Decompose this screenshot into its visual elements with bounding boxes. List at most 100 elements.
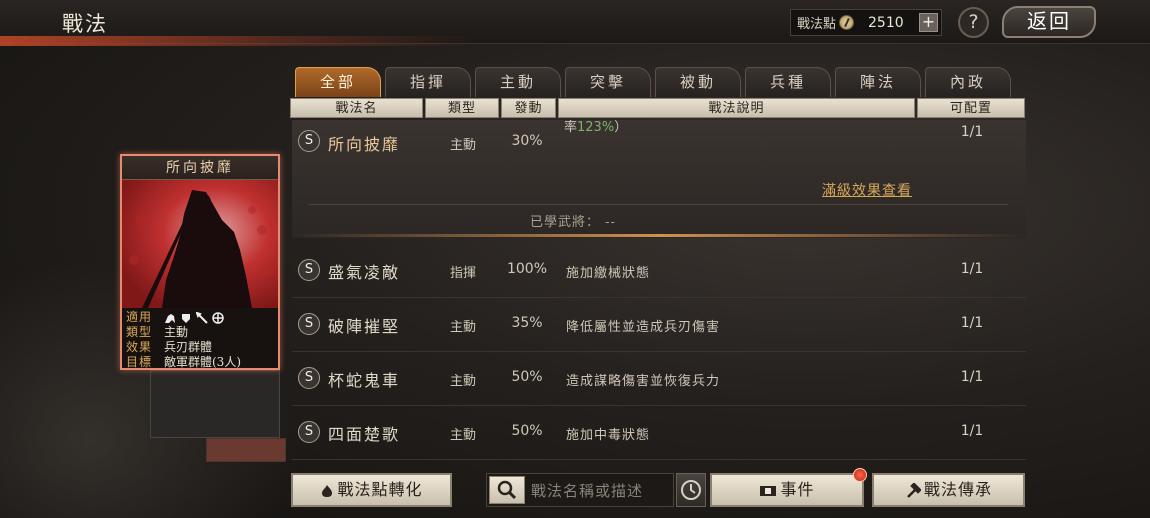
tactic-name: 杯蛇鬼車	[328, 371, 401, 390]
tab-formation[interactable]: 陣法	[835, 67, 921, 97]
clock-icon	[681, 480, 701, 500]
column-header-capacity[interactable]: 可配置	[917, 98, 1025, 118]
tactic-type: 主動	[450, 428, 477, 443]
tab-active[interactable]: 主動	[475, 67, 561, 97]
add-points-button[interactable]: +	[919, 13, 938, 32]
tactic-name: 所向披靡	[328, 135, 401, 154]
convert-points-button[interactable]: 戰法點轉化	[291, 473, 452, 507]
search-button[interactable]	[489, 476, 525, 504]
tactic-name: 四面楚歌	[328, 425, 401, 444]
hammer-icon	[907, 482, 921, 498]
unit-icons	[164, 310, 224, 325]
column-header-type[interactable]: 類型	[425, 98, 499, 118]
tab-assault[interactable]: 突擊	[565, 67, 651, 97]
tab-troop[interactable]: 兵種	[745, 67, 831, 97]
grade-s-icon: S	[298, 367, 320, 389]
learned-generals: 已學武將： --	[530, 211, 616, 230]
tactic-rate: 35%	[511, 315, 543, 331]
tactic-type: 主動	[450, 138, 477, 153]
tactic-capacity: 1/1	[960, 423, 984, 439]
tactic-name: 盛氣凌敵	[328, 263, 401, 282]
card-target-row: 目標 敵軍群體(3人)	[126, 355, 274, 369]
history-button[interactable]	[676, 473, 706, 507]
tab-command[interactable]: 指揮	[385, 67, 471, 97]
tactic-inherit-button[interactable]: 戰法傳承	[872, 473, 1025, 507]
search-icon	[497, 480, 517, 500]
card-apply-row: 適用	[126, 310, 274, 325]
tactic-capacity: 1/1	[960, 261, 984, 277]
points-label: 戰法點	[797, 17, 837, 32]
tab-all[interactable]: 全部	[295, 67, 381, 97]
tactic-description: 造成謀略傷害並恢復兵力	[566, 374, 721, 389]
tactic-inherit-label: 戰法傳承	[923, 480, 992, 499]
table-row[interactable]: S 杯蛇鬼車 主動 50% 造成謀略傷害並恢復兵力 1/1	[292, 352, 1026, 406]
back-button[interactable]: 返回	[1002, 6, 1096, 38]
type-label: 類型	[126, 325, 153, 339]
type-value: 主動	[164, 325, 189, 339]
card-effect-row: 效果 兵刃群體	[126, 340, 274, 355]
search-input[interactable]	[531, 478, 669, 504]
tactic-description: 施加繳械狀態	[566, 266, 651, 281]
tactic-rate: 50%	[511, 369, 543, 385]
tactic-rate: 50%	[511, 423, 543, 439]
target-label: 目標	[126, 355, 153, 369]
card-info: 適用 類型 主動 效果 兵刃群體 目標 敵軍群體(3人)	[122, 308, 278, 369]
tactic-capacity: 1/1	[960, 315, 984, 331]
tactic-description-partial: 率123%）	[564, 120, 627, 135]
category-tabs: 全部 指揮 主動 突擊 被動 兵種 陣法 內政	[295, 67, 1011, 97]
tactic-points-display: 戰法點 2510 +	[790, 9, 942, 36]
card-stack-back-2	[206, 438, 286, 462]
desc-percent: 123%	[577, 120, 615, 135]
card-artwork	[122, 180, 278, 308]
grade-s-icon: S	[298, 313, 320, 335]
tactic-name: 破陣摧堅	[328, 317, 401, 336]
help-button[interactable]: ?	[958, 7, 989, 38]
card-title: 所向披靡	[122, 156, 278, 180]
tactics-list[interactable]: S 所向披靡 主動 30% 率123%） 1/1 滿級效果查看 已學武將： --…	[292, 120, 1026, 460]
scroll-icon	[760, 485, 777, 496]
tactic-point-coin-icon	[839, 15, 855, 30]
tactic-card[interactable]: 所向披靡 適用 類型 主動 效果 兵刃群體 目標 敵軍群體(3人)	[120, 154, 280, 370]
events-button[interactable]: 事件	[710, 473, 864, 507]
target-value: 敵軍群體(3人)	[164, 355, 241, 369]
full-level-effect-link[interactable]: 滿級效果查看	[822, 180, 912, 200]
tactic-type: 指揮	[450, 266, 477, 281]
grade-s-icon: S	[298, 421, 320, 443]
tactic-rate: 100%	[506, 261, 548, 277]
spear-icon	[196, 311, 208, 324]
grade-s-icon: S	[298, 130, 320, 152]
desc-suffix: ）	[614, 120, 628, 135]
events-label: 事件	[780, 480, 815, 499]
card-type-row: 類型 主動	[126, 325, 274, 340]
tactic-type: 主動	[450, 374, 477, 389]
tab-passive[interactable]: 被動	[655, 67, 741, 97]
learned-label: 已學武將：	[530, 215, 601, 230]
tactic-description: 降低屬性並造成兵刃傷害	[566, 320, 721, 335]
convert-points-label: 戰法點轉化	[337, 480, 423, 499]
tactic-rate: 30%	[511, 133, 543, 149]
table-row[interactable]: S 盛氣凌敵 指揮 100% 施加繳械狀態 1/1	[292, 244, 1026, 298]
table-row[interactable]: S 破陣摧堅 主動 35% 降低屬性並造成兵刃傷害 1/1	[292, 298, 1026, 352]
crossbow-icon	[212, 311, 224, 324]
row-divider	[308, 204, 1008, 205]
tactic-capacity: 1/1	[960, 369, 984, 385]
selected-underline	[292, 234, 1026, 237]
tactic-capacity: 1/1	[960, 124, 984, 140]
card-stack-back	[150, 370, 280, 438]
effect-value: 兵刃群體	[164, 340, 213, 354]
tab-internal[interactable]: 內政	[925, 67, 1011, 97]
page-title: 戰法	[62, 12, 108, 36]
learned-value: --	[605, 215, 616, 230]
apply-label: 適用	[126, 310, 153, 324]
table-row-expanded[interactable]: S 所向披靡 主動 30% 率123%） 1/1 滿級效果查看 已學武將： --	[292, 120, 1026, 238]
cavalry-icon	[165, 313, 175, 323]
points-value: 2510	[868, 14, 904, 31]
flame-icon	[322, 484, 333, 497]
notification-badge	[853, 468, 867, 482]
table-row[interactable]: S 四面楚歌 主動 50% 施加中毒狀態 1/1	[292, 406, 1026, 460]
column-header-name[interactable]: 戰法名	[290, 98, 423, 118]
column-header-rate[interactable]: 發動	[501, 98, 556, 118]
shield-icon	[182, 313, 190, 323]
tactic-description: 施加中毒狀態	[566, 428, 651, 443]
effect-label: 效果	[126, 340, 153, 354]
